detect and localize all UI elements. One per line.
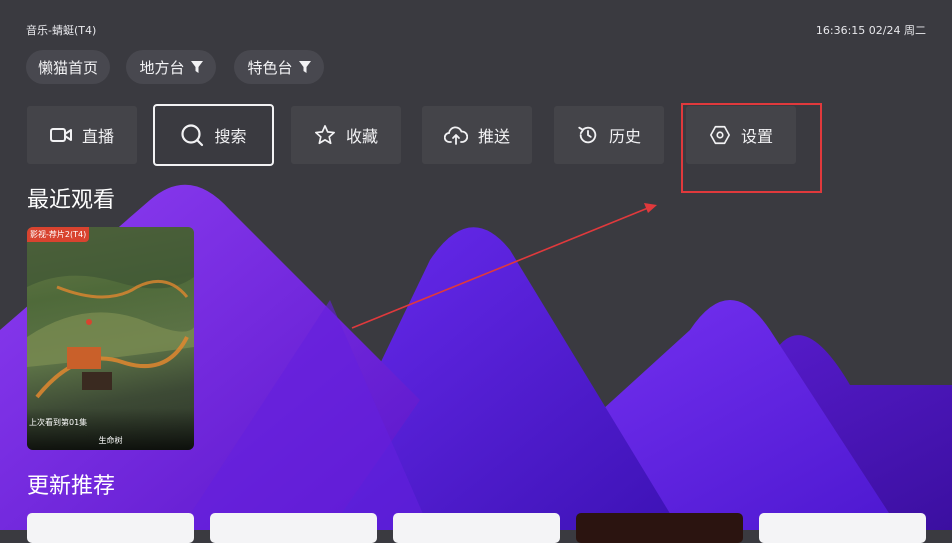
nav-label: 推送	[477, 127, 510, 146]
cloud-upload-icon	[443, 126, 468, 145]
poster-title: 生命树	[98, 436, 123, 445]
recommend-card[interactable]	[576, 513, 743, 543]
nav-search-button[interactable]: 搜索	[153, 104, 274, 166]
nav-favorites-button[interactable]: 收藏	[291, 106, 401, 164]
highlight-box	[681, 103, 822, 193]
chip-label: 地方台	[139, 58, 185, 77]
chip-home[interactable]: 懒猫首页	[26, 50, 110, 84]
recommend-card[interactable]	[759, 513, 926, 543]
chip-local-tv[interactable]: 地方台	[126, 50, 216, 84]
filter-icon	[298, 61, 311, 73]
nav-push-button[interactable]: 推送	[422, 106, 532, 164]
source-tag: 影视-荐片2(T4)	[27, 227, 90, 242]
nav-label: 搜索	[214, 127, 247, 146]
clock: 16:36:15 02/24 周二	[815, 24, 926, 37]
nav-label: 直播	[81, 127, 114, 146]
nav-history-button[interactable]: 历史	[554, 106, 664, 164]
recent-item-poster[interactable]: 影视-荐片2(T4) 上次看到第01集 生命树	[27, 227, 194, 450]
chip-label: 懒猫首页	[38, 58, 99, 77]
recommend-card[interactable]	[393, 513, 560, 543]
search-icon	[181, 124, 204, 147]
history-icon	[578, 126, 597, 144]
nav-label: 历史	[608, 127, 641, 146]
updates-section-title: 更新推荐	[27, 474, 116, 499]
filter-icon	[190, 61, 203, 73]
chip-label: 特色台	[247, 58, 293, 77]
star-icon	[314, 125, 335, 145]
recommend-card[interactable]	[27, 513, 194, 543]
nav-label: 收藏	[345, 127, 378, 146]
camera-icon	[49, 128, 72, 142]
nav-live-button[interactable]: 直播	[27, 106, 137, 164]
watch-progress: 上次看到第01集	[29, 418, 88, 427]
window-title: 音乐-蜻蜓(T4)	[26, 24, 97, 37]
recent-section-title: 最近观看	[27, 188, 116, 213]
recommend-card[interactable]	[210, 513, 377, 543]
chip-featured-tv[interactable]: 特色台	[234, 50, 324, 84]
